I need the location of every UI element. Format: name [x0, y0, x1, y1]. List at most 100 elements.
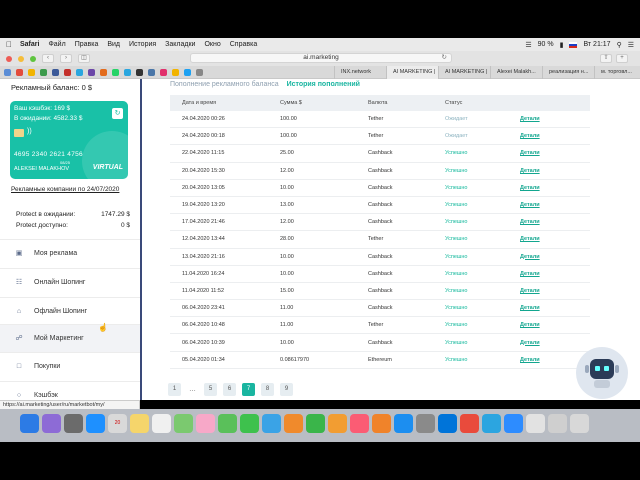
calendar-icon[interactable]: 20	[108, 414, 127, 433]
pagination-page[interactable]: 5	[204, 383, 217, 396]
mail-icon[interactable]	[262, 414, 281, 433]
menubar-item-edit[interactable]: Правка	[75, 41, 99, 48]
back-icon[interactable]: ‹	[42, 54, 54, 63]
menubar-item-file[interactable]: Файл	[48, 41, 65, 48]
pagination-page[interactable]: 9	[280, 383, 293, 396]
notes-icon[interactable]	[130, 414, 149, 433]
zoom-window-button[interactable]	[30, 55, 36, 62]
favorite-icon[interactable]	[16, 68, 23, 76]
favorite-icon[interactable]	[40, 68, 47, 76]
browser-tab[interactable]: INX.network	[334, 66, 386, 79]
maps-icon[interactable]	[174, 414, 193, 433]
details-link[interactable]: Детали	[520, 357, 540, 363]
details-link[interactable]: Детали	[520, 168, 540, 174]
favorite-icon[interactable]	[160, 68, 167, 76]
tab-replenish-balance[interactable]: Пополнение рекламного баланса	[170, 81, 279, 88]
battery-level[interactable]: 90 %	[538, 41, 554, 48]
books-icon[interactable]	[372, 414, 391, 433]
details-link[interactable]: Детали	[520, 185, 540, 191]
finder-icon[interactable]	[20, 414, 39, 433]
zoom-icon[interactable]	[504, 414, 523, 433]
siri-icon[interactable]	[42, 414, 61, 433]
details-link[interactable]: Детали	[520, 202, 540, 208]
browser-tab[interactable]: реализация н...	[542, 66, 594, 79]
sidebar-item-my-ads[interactable]: ▣ Моя реклама	[0, 240, 140, 267]
sidebar-toggle-icon[interactable]: ◫	[78, 54, 90, 63]
favorite-icon[interactable]	[148, 68, 155, 76]
pagination-page[interactable]: 8	[261, 383, 274, 396]
close-window-button[interactable]	[6, 55, 12, 62]
anydesk-icon[interactable]	[460, 414, 479, 433]
sidebar-item-offline-shopping[interactable]: ⌂ Офлайн Шопинг	[0, 298, 140, 325]
details-link[interactable]: Детали	[520, 219, 540, 225]
browser-tab[interactable]: Alexei Malakh...	[490, 66, 542, 79]
downloads-icon[interactable]	[548, 414, 567, 433]
details-link[interactable]: Детали	[520, 288, 540, 294]
apple-icon[interactable]: 	[6, 40, 12, 49]
photos-icon[interactable]	[196, 414, 215, 433]
details-link[interactable]: Детали	[520, 305, 540, 311]
favorite-icon[interactable]	[136, 68, 143, 76]
notification-center-icon[interactable]: ☰	[628, 41, 634, 49]
keynote-icon[interactable]	[284, 414, 303, 433]
wifi-icon[interactable]: ☰	[525, 41, 531, 49]
campaigns-link[interactable]: Рекламные компании по 24/07/2020	[11, 186, 119, 193]
pagination-page-active[interactable]: 7	[242, 383, 255, 396]
pages-icon[interactable]	[328, 414, 347, 433]
details-link[interactable]: Детали	[520, 236, 540, 242]
favorite-icon[interactable]	[52, 68, 59, 76]
browser-tab[interactable]: AI MARKETING |	[438, 66, 490, 79]
minimize-window-button[interactable]	[18, 55, 24, 62]
sidebar-item-cashback[interactable]: ○ Кэшбэк	[0, 382, 140, 400]
safari-icon[interactable]	[86, 414, 105, 433]
details-link[interactable]: Детали	[520, 150, 540, 156]
details-link[interactable]: Детали	[520, 116, 540, 122]
refresh-icon[interactable]: ↻	[112, 108, 123, 119]
telegram-icon[interactable]	[482, 414, 501, 433]
menubar-item-help[interactable]: Справка	[230, 41, 257, 48]
app-store-icon[interactable]	[394, 414, 413, 433]
pagination-page[interactable]: 1	[168, 383, 181, 396]
favorite-icon[interactable]	[64, 68, 71, 76]
details-link[interactable]: Детали	[520, 271, 540, 277]
details-link[interactable]: Детали	[520, 322, 540, 328]
sidebar-item-online-shopping[interactable]: ☷ Онлайн Шопинг	[0, 269, 140, 296]
browser-tab[interactable]: м. торговл...	[594, 66, 634, 79]
facetime-icon[interactable]	[240, 414, 259, 433]
messages-icon[interactable]	[218, 414, 237, 433]
details-link[interactable]: Детали	[520, 340, 540, 346]
favorite-icon[interactable]	[124, 68, 131, 76]
favorite-icon[interactable]	[196, 68, 203, 76]
favorite-icon[interactable]	[4, 68, 11, 76]
favorite-icon[interactable]	[28, 68, 35, 76]
favorite-icon[interactable]	[88, 68, 95, 76]
skype-icon[interactable]	[438, 414, 457, 433]
sidebar-item-purchases[interactable]: □ Покупки	[0, 353, 140, 380]
menubar-item-window[interactable]: Окно	[204, 41, 220, 48]
menubar-app-name[interactable]: Safari	[20, 41, 39, 48]
chatbot-robot-icon[interactable]	[576, 347, 628, 399]
menubar-item-view[interactable]: Вид	[107, 41, 120, 48]
favorite-icon[interactable]	[76, 68, 83, 76]
forward-icon[interactable]: ›	[60, 54, 72, 63]
favorite-icon[interactable]	[100, 68, 107, 76]
details-link[interactable]: Детали	[520, 254, 540, 260]
preview-icon[interactable]	[526, 414, 545, 433]
menubar-item-bookmarks[interactable]: Закладки	[165, 41, 195, 48]
favorite-icon[interactable]	[112, 68, 119, 76]
system-preferences-icon[interactable]	[416, 414, 435, 433]
new-tab-icon[interactable]: +	[616, 54, 628, 63]
reload-icon[interactable]: ↻	[442, 54, 447, 62]
menubar-clock[interactable]: Вт 21:17	[583, 41, 610, 48]
address-bar[interactable]: ai.marketing ↻	[190, 53, 452, 63]
menubar-item-history[interactable]: История	[129, 41, 156, 48]
sidebar-item-my-marketing[interactable]: ☍ Мой Маркетинг	[0, 325, 140, 352]
music-icon[interactable]	[350, 414, 369, 433]
spotlight-icon[interactable]: ⚲	[617, 41, 622, 49]
trash-icon[interactable]	[570, 414, 589, 433]
share-icon[interactable]: ⇧	[600, 54, 612, 63]
reminders-icon[interactable]	[152, 414, 171, 433]
tab-replenish-history[interactable]: История пополнений	[287, 81, 360, 88]
favorite-icon[interactable]	[184, 68, 191, 76]
details-link[interactable]: Детали	[520, 133, 540, 139]
